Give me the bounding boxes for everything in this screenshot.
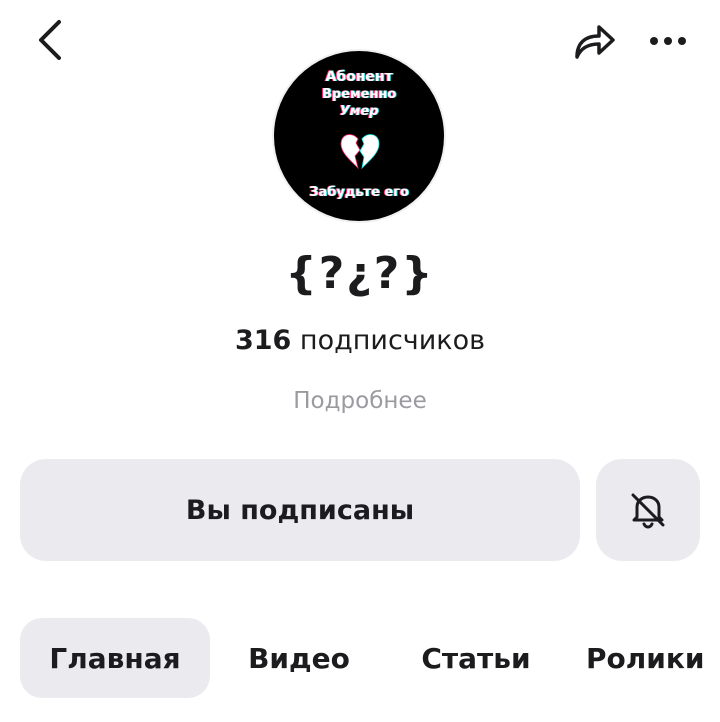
tab-shorts[interactable]: Ролики <box>586 618 720 698</box>
subscribed-button[interactable]: Вы подписаны <box>20 459 580 561</box>
more-options-button[interactable] <box>645 18 691 64</box>
broken-heart-icon <box>340 134 380 170</box>
back-button[interactable] <box>28 18 72 62</box>
channel-avatar[interactable]: Абонент Временно Умер Забудьте его <box>274 51 444 221</box>
avatar-text-line: Временно <box>321 87 397 102</box>
details-link[interactable]: Подробнее <box>0 388 720 414</box>
tab-articles[interactable]: Статьи <box>406 618 546 698</box>
more-horizontal-icon <box>650 37 686 45</box>
avatar-text-line: Умер <box>339 104 379 119</box>
channel-name: {?¿?} <box>285 248 435 299</box>
avatar-text-line: Абонент <box>325 69 393 85</box>
tab-video[interactable]: Видео <box>234 618 364 698</box>
share-button[interactable] <box>572 18 618 64</box>
chevron-left-icon <box>39 20 61 60</box>
subscribers-count: 316 <box>234 325 292 356</box>
share-arrow-icon <box>575 25 615 59</box>
avatar-text-line: Забудьте его <box>309 185 409 200</box>
subscribed-button-label: Вы подписаны <box>185 494 415 526</box>
bell-off-icon <box>631 493 665 529</box>
subscribers-info: 316 подписчиков <box>0 325 720 356</box>
channel-tabs: Главная Видео Статьи Ролики <box>20 618 720 698</box>
notifications-button[interactable] <box>596 459 700 561</box>
tab-main[interactable]: Главная <box>20 618 210 698</box>
subscribers-label: подписчиков <box>299 325 486 356</box>
